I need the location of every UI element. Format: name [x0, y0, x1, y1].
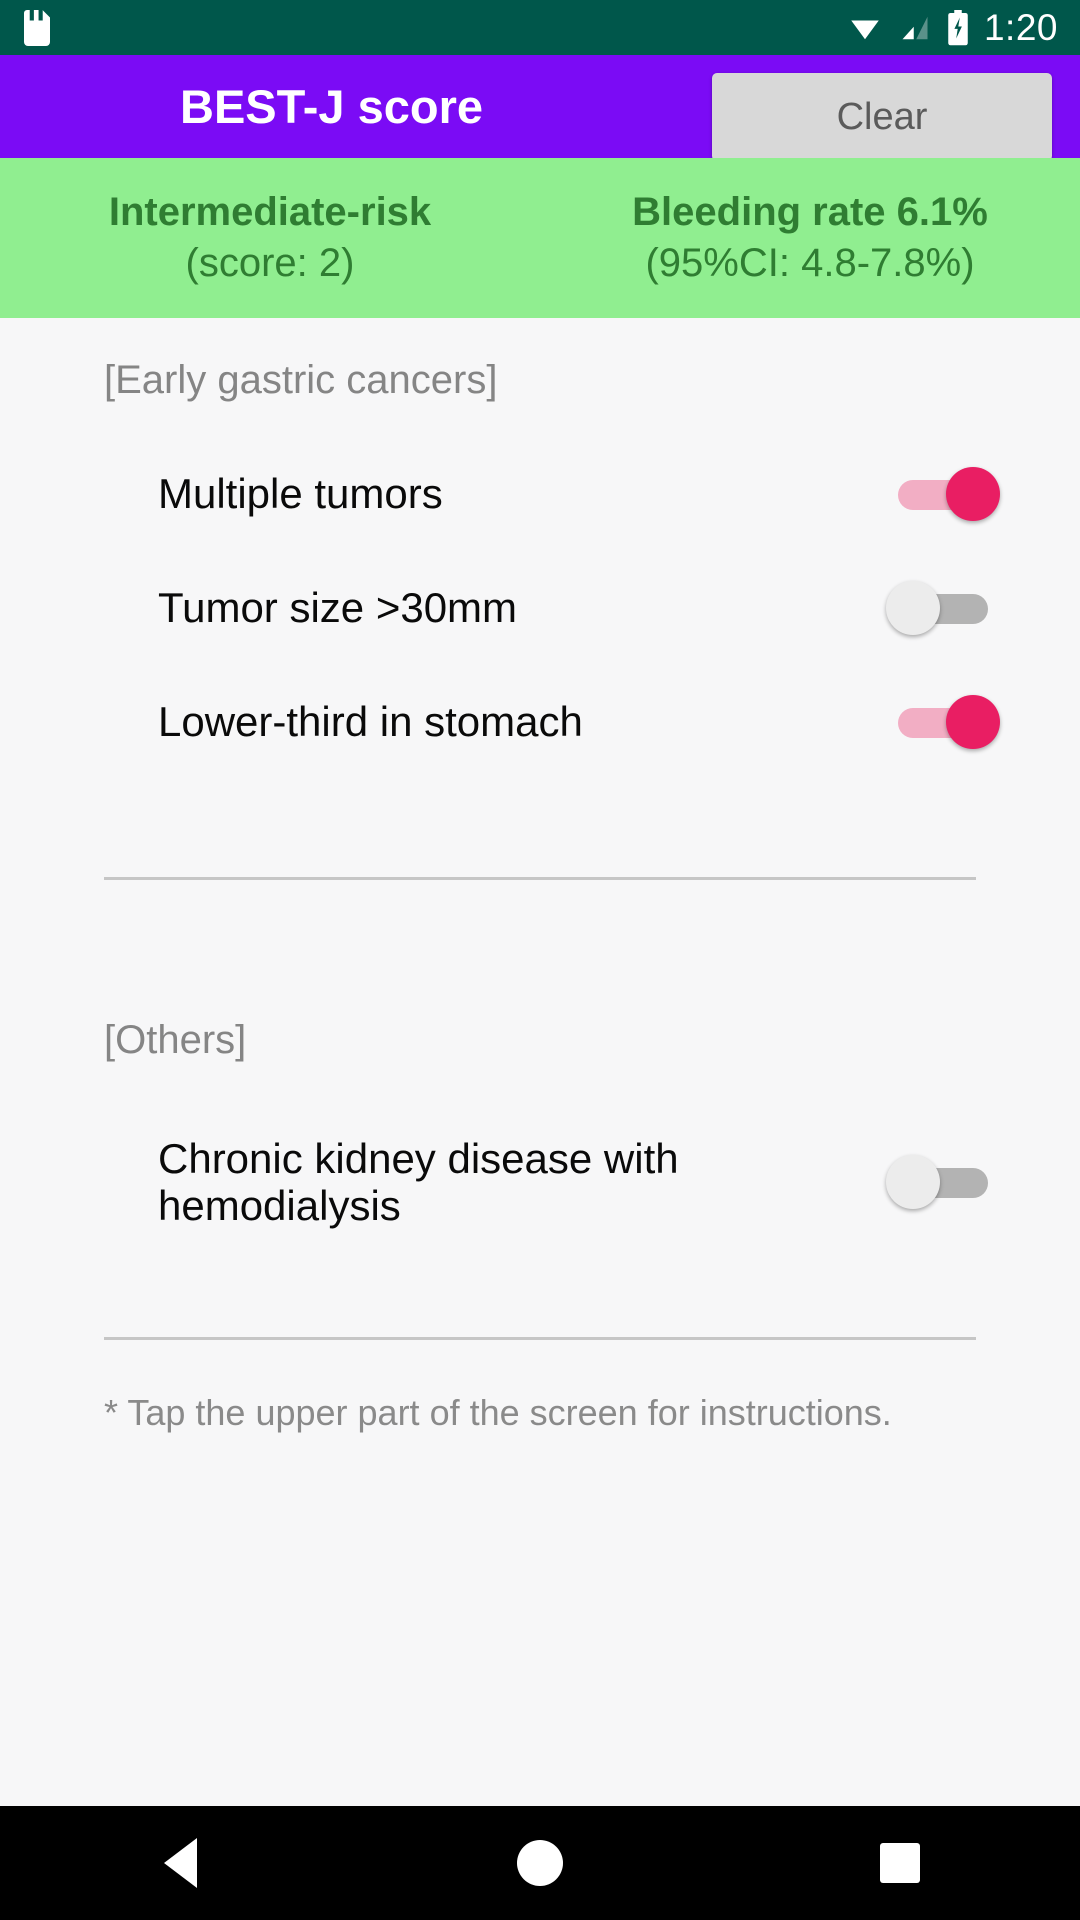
app-bar: BEST-J score Clear [0, 55, 1080, 161]
clear-button[interactable]: Clear [712, 73, 1052, 161]
list-item[interactable]: Multiple tumors [0, 437, 1080, 551]
bleeding-ci: (95%CI: 4.8-7.8%) [645, 241, 975, 285]
toggle-multiple-tumors[interactable] [894, 467, 1000, 521]
cellular-signal-icon [902, 16, 928, 39]
nav-back-button[interactable] [120, 1806, 240, 1920]
toggle-thumb [886, 581, 940, 635]
list-item-label: Chronic kidney disease with hemodialysis [158, 1134, 679, 1229]
bleeding-rate: Bleeding rate 6.1% [632, 189, 988, 234]
bleeding-result: Bleeding rate 6.1% (95%CI: 4.8-7.8%) [540, 158, 1080, 318]
list-item-label: Tumor size >30mm [158, 584, 518, 632]
wifi-icon [851, 20, 879, 39]
risk-label: Intermediate-risk [108, 189, 432, 234]
toggle-lower-third-stomach[interactable] [894, 695, 1000, 749]
section-header-early-gastric-cancers: [Early gastric cancers] [104, 358, 498, 402]
status-bar: 1:20 [0, 0, 1080, 55]
status-bar-right: 1:20 [846, 7, 1058, 49]
sdcard-icon [24, 9, 50, 46]
toggle-chronic-kidney-disease[interactable] [886, 1155, 992, 1209]
nav-recent-button[interactable] [840, 1806, 960, 1920]
list-item-label: Lower-third in stomach [158, 698, 583, 746]
battery-charging-icon [948, 9, 968, 45]
content-area: [Early gastric cancers] Multiple tumors … [0, 318, 1080, 1806]
toggle-thumb [946, 695, 1000, 749]
toggle-thumb [886, 1155, 940, 1209]
page-title: BEST-J score [180, 80, 484, 133]
toggle-thumb [946, 467, 1000, 521]
footnote: * Tap the upper part of the screen for i… [104, 1392, 892, 1433]
home-circle-icon [517, 1840, 563, 1886]
list-item[interactable]: Chronic kidney disease with hemodialysis [0, 1125, 1080, 1239]
list-item[interactable]: Tumor size >30mm [0, 551, 1080, 665]
status-bar-clock: 1:20 [983, 6, 1058, 48]
nav-home-button[interactable] [480, 1806, 600, 1920]
result-banner[interactable]: Intermediate-risk (score: 2) Bleeding ra… [0, 158, 1080, 318]
phone-screen: 1:20 BEST-J score Clear Intermediate-ris… [0, 0, 1080, 1920]
list-item[interactable]: Lower-third in stomach [0, 665, 1080, 779]
recent-square-icon [880, 1843, 920, 1883]
back-triangle-icon [163, 1838, 197, 1888]
navigation-bar [0, 1806, 1080, 1920]
toggle-tumor-size[interactable] [886, 581, 992, 635]
risk-score: (score: 2) [185, 241, 355, 285]
list-item-label: Multiple tumors [158, 470, 443, 518]
section-header-others: [Others] [104, 1018, 247, 1062]
risk-result: Intermediate-risk (score: 2) [0, 158, 540, 318]
status-bar-left [24, 9, 50, 46]
